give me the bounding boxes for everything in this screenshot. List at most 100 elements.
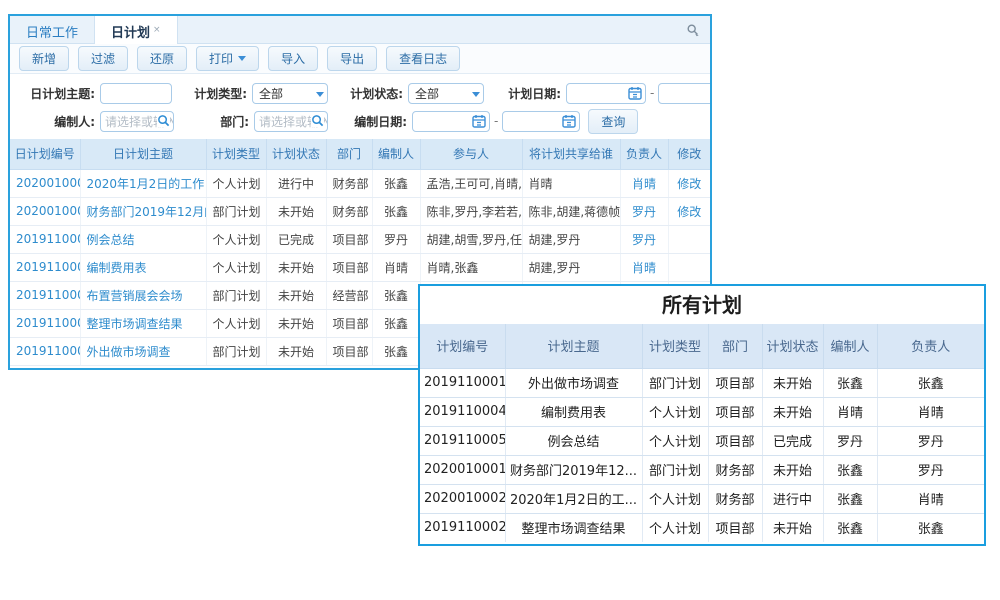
tab-bar: 日常工作 日计划× [10, 16, 710, 44]
column-header: 修改 [668, 139, 710, 169]
column-header: 计划状态 [266, 139, 326, 169]
toolbar: 新增 过滤 还原 打印 导入 导出 查看日志 [10, 44, 710, 74]
plan-type-cell: 个人计划 [206, 309, 266, 337]
edit-link[interactable]: 修改 [668, 197, 710, 225]
search-icon[interactable] [157, 114, 170, 127]
table-row: 2020010001财务部门2019年12...部门计划财务部未开始张鑫罗丹 [420, 455, 984, 484]
export-button[interactable]: 导出 [327, 46, 377, 71]
calendar-icon[interactable] [562, 114, 576, 128]
plan-type-cell: 部门计划 [206, 197, 266, 225]
column-header: 日计划编号 [10, 139, 80, 169]
view-log-button[interactable]: 查看日志 [386, 46, 460, 71]
all-plans-window: 所有计划 计划编号计划主题计划类型部门计划状态编制人负责人 2019110001… [418, 284, 986, 546]
dept-cell: 项目部 [708, 513, 762, 542]
plan-status-cell: 未开始 [266, 337, 326, 365]
owner-link[interactable]: 罗丹 [620, 225, 668, 253]
plan-type-cell: 部门计划 [206, 281, 266, 309]
plan-date-from-input[interactable] [566, 83, 646, 104]
plan-status-label: 计划状态: [328, 85, 408, 102]
plan-date-to-input[interactable] [658, 83, 710, 104]
dept-input[interactable]: 请选择或输入 [254, 111, 328, 132]
share-with-cell: 肖晴 [522, 169, 620, 197]
plan-type-cell: 部门计划 [642, 368, 708, 397]
date-range-separator: - [646, 86, 658, 100]
edit-link [668, 253, 710, 281]
print-button[interactable]: 打印 [196, 46, 259, 71]
owner-cell: 罗丹 [877, 455, 984, 484]
table-row: 2019110002整理市场调查结果个人计划项目部未开始张鑫张鑫 [420, 513, 984, 542]
share-with-cell: 陈非,胡建,蒋德帧,... [522, 197, 620, 225]
chevron-down-icon [238, 56, 246, 61]
filter-button[interactable]: 过滤 [78, 46, 128, 71]
owner-cell: 肖晴 [877, 484, 984, 513]
calendar-icon[interactable] [628, 86, 642, 100]
table-row: 2019110005例会总结个人计划项目部已完成罗丹罗丹 [420, 426, 984, 455]
created-date-to-input[interactable] [502, 111, 580, 132]
plan-subject-cell: 2020年1月2日的工... [505, 484, 642, 513]
date-range-separator: - [490, 114, 502, 128]
tab-daily-plan[interactable]: 日计划× [94, 16, 178, 44]
creator-cell: 张鑫 [823, 368, 877, 397]
owner-link[interactable]: 罗丹 [620, 197, 668, 225]
plan-type-cell: 个人计划 [642, 484, 708, 513]
plan-id-cell: 2019110004 [420, 397, 505, 426]
add-button[interactable]: 新增 [19, 46, 69, 71]
creator-cell: 张鑫 [372, 169, 420, 197]
creator-input[interactable]: 请选择或输入 [100, 111, 174, 132]
dept-cell: 项目部 [708, 426, 762, 455]
tab-daily-work[interactable]: 日常工作 [10, 16, 94, 43]
query-button[interactable]: 查询 [588, 109, 638, 134]
plan-id-cell: 2019110002 [420, 513, 505, 542]
plan-subject-cell: 编制费用表 [505, 397, 642, 426]
plan-status-cell: 未开始 [762, 368, 823, 397]
plan-subject-link[interactable]: 外出做市场调查 [80, 337, 206, 365]
column-header: 计划编号 [420, 324, 505, 368]
owner-link[interactable]: 肖晴 [620, 169, 668, 197]
dept-cell: 项目部 [326, 309, 372, 337]
plan-type-select[interactable]: 全部 [252, 83, 328, 104]
plan-id-link[interactable]: 2019110004 [10, 253, 80, 281]
created-date-from-input[interactable] [412, 111, 490, 132]
owner-cell: 肖晴 [877, 397, 984, 426]
print-button-label: 打印 [209, 50, 233, 67]
search-icon[interactable] [311, 114, 324, 127]
plan-id-cell: 2020010002 [420, 484, 505, 513]
restore-button[interactable]: 还原 [137, 46, 187, 71]
plan-subject-cell: 外出做市场调查 [505, 368, 642, 397]
subject-input[interactable] [100, 83, 172, 104]
dept-cell: 财务部 [708, 484, 762, 513]
plan-subject-link[interactable]: 布置营销展会会场 [80, 281, 206, 309]
search-icon[interactable] [686, 23, 700, 37]
plan-subject-cell: 财务部门2019年12... [505, 455, 642, 484]
edit-link[interactable]: 修改 [668, 169, 710, 197]
plan-subject-cell: 整理市场调查结果 [505, 513, 642, 542]
plan-status-cell: 未开始 [266, 309, 326, 337]
plan-status-select[interactable]: 全部 [408, 83, 484, 104]
share-with-cell: 胡建,罗丹 [522, 253, 620, 281]
creator-cell: 肖晴 [372, 253, 420, 281]
plan-subject-link[interactable]: 编制费用表 [80, 253, 206, 281]
plan-id-link[interactable]: 2019110003 [10, 281, 80, 309]
calendar-icon[interactable] [472, 114, 486, 128]
column-header: 计划主题 [505, 324, 642, 368]
plan-id-link[interactable]: 2019110002 [10, 309, 80, 337]
participants-cell: 孟浩,王可可,肖晴,张鑫 [420, 169, 522, 197]
tab-close-icon[interactable]: × [153, 25, 161, 35]
plan-type-cell: 部门计划 [642, 455, 708, 484]
filter-row-2: 编制人: 请选择或输入 部门: 请选择或输入 编制日期: [10, 107, 710, 135]
plan-subject-link[interactable]: 2020年1月2日的工作日... [80, 169, 206, 197]
column-header: 部门 [708, 324, 762, 368]
plan-id-cell: 2020010001 [420, 455, 505, 484]
page-title: 所有计划 [420, 286, 984, 324]
owner-link[interactable]: 肖晴 [620, 253, 668, 281]
column-header: 计划类型 [642, 324, 708, 368]
plan-id-link[interactable]: 2020010001 [10, 197, 80, 225]
plan-subject-link[interactable]: 财务部门2019年12月的... [80, 197, 206, 225]
dept-cell: 财务部 [326, 169, 372, 197]
import-button[interactable]: 导入 [268, 46, 318, 71]
plan-subject-link[interactable]: 整理市场调查结果 [80, 309, 206, 337]
plan-id-link[interactable]: 2019110005 [10, 225, 80, 253]
plan-subject-link[interactable]: 例会总结 [80, 225, 206, 253]
plan-id-link[interactable]: 2020010002 [10, 169, 80, 197]
plan-id-link[interactable]: 2019110001 [10, 337, 80, 365]
